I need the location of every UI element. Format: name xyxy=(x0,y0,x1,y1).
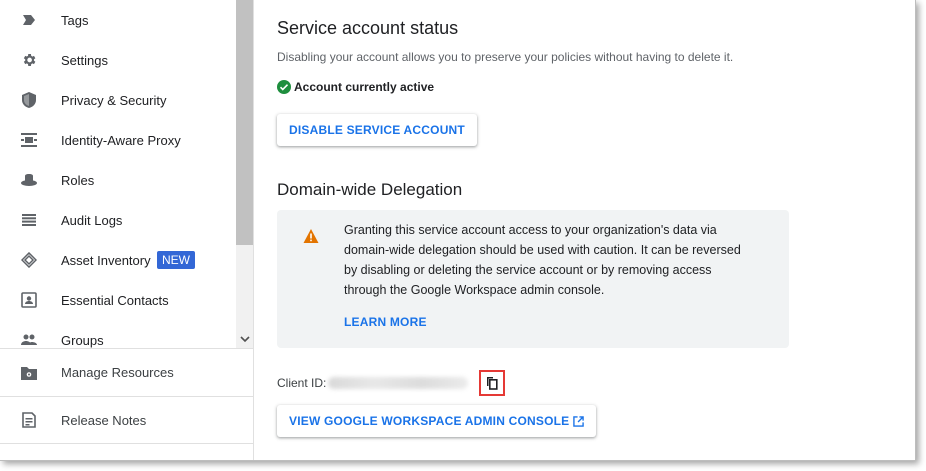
contact-card-icon xyxy=(20,291,38,309)
delegation-warning-callout: Granting this service account access to … xyxy=(277,210,789,348)
sidebar-item-label: Identity-Aware Proxy xyxy=(61,132,181,148)
status-text: Account currently active xyxy=(294,80,435,94)
sidebar-item-label: Audit Logs xyxy=(61,212,123,228)
service-account-status-title: Service account status xyxy=(277,18,459,38)
check-circle-icon xyxy=(277,80,291,94)
sidebar-item-label: Tags xyxy=(61,12,89,28)
sidebar-item-label: Manage Resources xyxy=(61,365,174,380)
proxy-icon xyxy=(20,131,38,149)
folder-gear-icon xyxy=(20,364,38,382)
account-status: Account currently active xyxy=(277,80,434,94)
sidebar-item-privacy-security[interactable]: Privacy & Security xyxy=(0,80,236,120)
sidebar-item-groups[interactable]: Groups xyxy=(0,320,236,348)
sidebar: Tags Settings Privacy & Security Identit… xyxy=(0,0,254,460)
view-admin-console-button[interactable]: VIEW GOOGLE WORKSPACE ADMIN CONSOLE xyxy=(277,405,597,437)
status-description: Disabling your account allows you to pre… xyxy=(277,50,734,64)
sidebar-item-label: Settings xyxy=(61,52,108,68)
sidebar-item-audit-logs[interactable]: Audit Logs xyxy=(0,200,236,240)
app-window: Tags Settings Privacy & Security Identit… xyxy=(0,0,916,461)
sidebar-item-release-notes[interactable]: Release Notes xyxy=(0,396,253,444)
scrollbar-thumb[interactable] xyxy=(236,0,253,245)
notes-icon xyxy=(20,411,38,429)
main-content: Service account status Disabling your ac… xyxy=(255,0,915,460)
people-icon xyxy=(20,331,38,348)
scroll-down-arrow-icon[interactable] xyxy=(236,330,253,348)
disable-service-account-button[interactable]: DISABLE SERVICE ACCOUNT xyxy=(277,114,477,146)
sidebar-item-roles[interactable]: Roles xyxy=(0,160,236,200)
new-badge: NEW xyxy=(157,251,195,269)
asset-inventory-icon xyxy=(20,251,38,269)
copy-client-id-button[interactable] xyxy=(479,370,505,396)
client-id-label: Client ID: xyxy=(277,376,327,390)
sidebar-item-label: Asset Inventory xyxy=(61,252,151,268)
sidebar-item-manage-resources[interactable]: Manage Resources xyxy=(0,348,253,396)
callout-text: Granting this service account access to … xyxy=(344,223,741,297)
tag-icon xyxy=(20,11,38,29)
sidebar-item-label: Release Notes xyxy=(61,412,147,428)
sidebar-item-essential-contacts[interactable]: Essential Contacts xyxy=(0,280,236,320)
sidebar-scrollbar[interactable] xyxy=(236,0,253,348)
sidebar-item-tags[interactable]: Tags xyxy=(0,0,236,40)
warning-icon xyxy=(303,229,319,243)
list-icon xyxy=(20,211,38,229)
gear-icon xyxy=(20,51,38,69)
client-id-value-redacted xyxy=(328,377,468,389)
learn-more-link[interactable]: LEARN MORE xyxy=(344,315,427,329)
sidebar-item-settings[interactable]: Settings xyxy=(0,40,236,80)
sidebar-item-label: Groups xyxy=(61,332,104,348)
sidebar-item-label: Roles xyxy=(61,172,95,188)
admin-console-button-label: VIEW GOOGLE WORKSPACE ADMIN CONSOLE xyxy=(289,414,570,428)
shield-icon xyxy=(20,91,38,109)
domain-wide-delegation-title: Domain-wide Delegation xyxy=(277,180,463,199)
copy-icon xyxy=(487,377,498,390)
sidebar-nav: Tags Settings Privacy & Security Identit… xyxy=(0,0,236,348)
external-link-icon xyxy=(573,415,585,427)
sidebar-item-label: Privacy & Security xyxy=(61,92,167,108)
sidebar-item-label: Essential Contacts xyxy=(61,292,169,308)
sidebar-item-asset-inventory[interactable]: Asset Inventory NEW xyxy=(0,240,236,280)
sidebar-item-identity-aware-proxy[interactable]: Identity-Aware Proxy xyxy=(0,120,236,160)
hat-icon xyxy=(20,171,38,189)
